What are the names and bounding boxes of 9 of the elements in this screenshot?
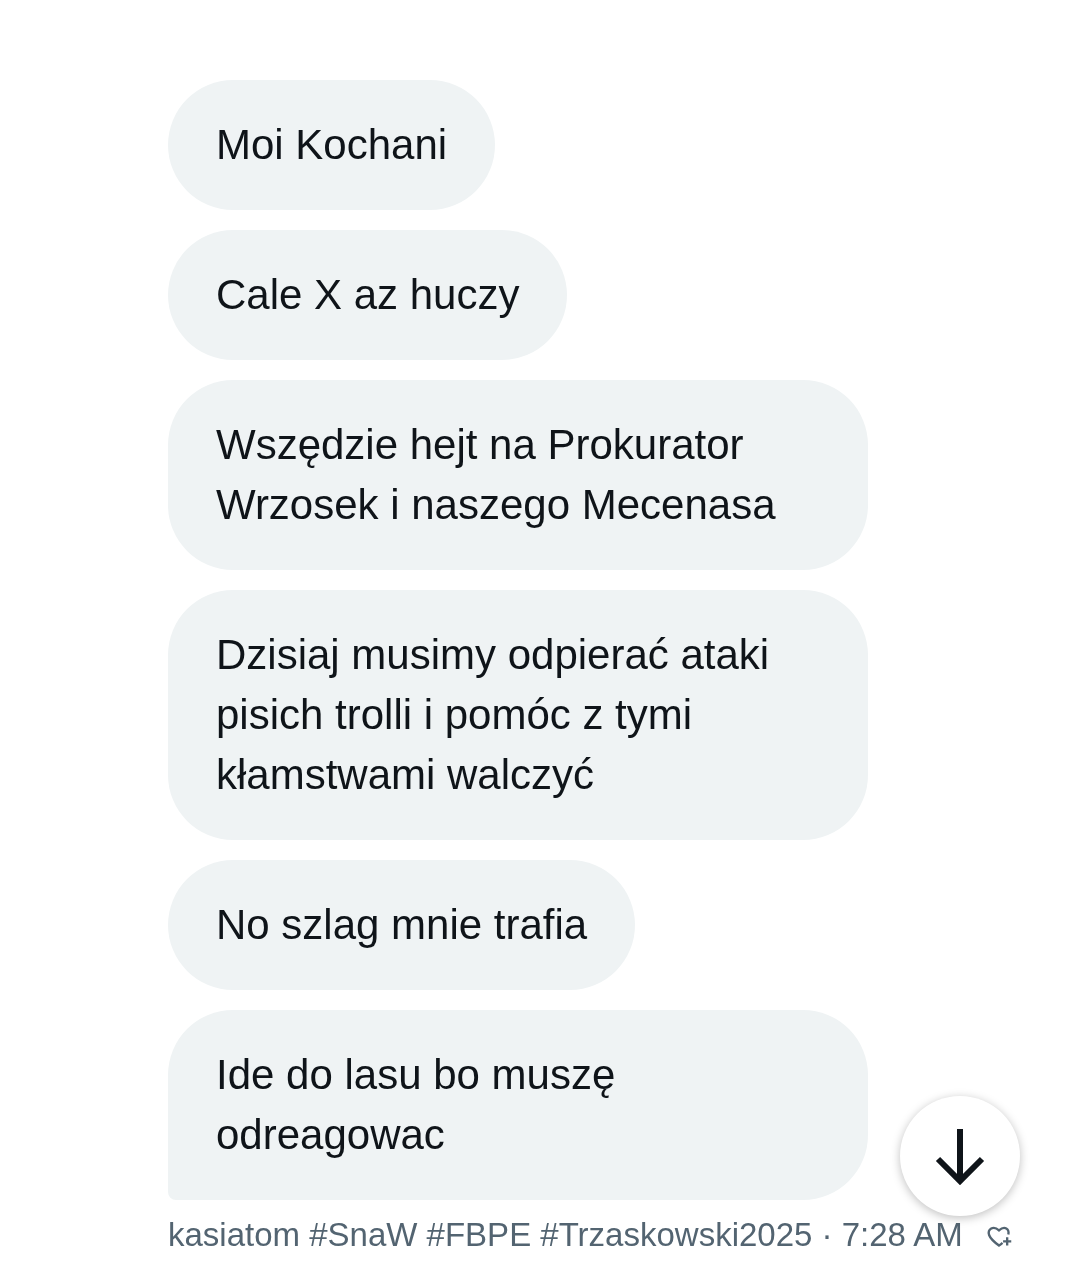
message-bubble: Ide do lasu bo muszę odreagowac	[168, 1010, 868, 1200]
scroll-down-button[interactable]	[900, 1096, 1020, 1216]
message-bubble: Wszędzie hejt na Prokurator Wrzosek i naszego Mecenasa	[168, 380, 868, 570]
arrow-down-icon	[934, 1127, 986, 1185]
message-bubble: No szlag mnie trafia	[168, 860, 636, 990]
message-bubble: Moi Kochani	[168, 80, 496, 210]
message-meta: kasiatom #SnaW #FBPE #Trzaskowski2025 · 7:28 AM	[168, 1216, 963, 1254]
message-bubble: Dzisiaj musimy odpierać ataki pisich trolli i pomóc z tymi kłamstwami walczyć	[168, 590, 868, 840]
message-bubble: Cale X az huczy	[168, 230, 568, 360]
